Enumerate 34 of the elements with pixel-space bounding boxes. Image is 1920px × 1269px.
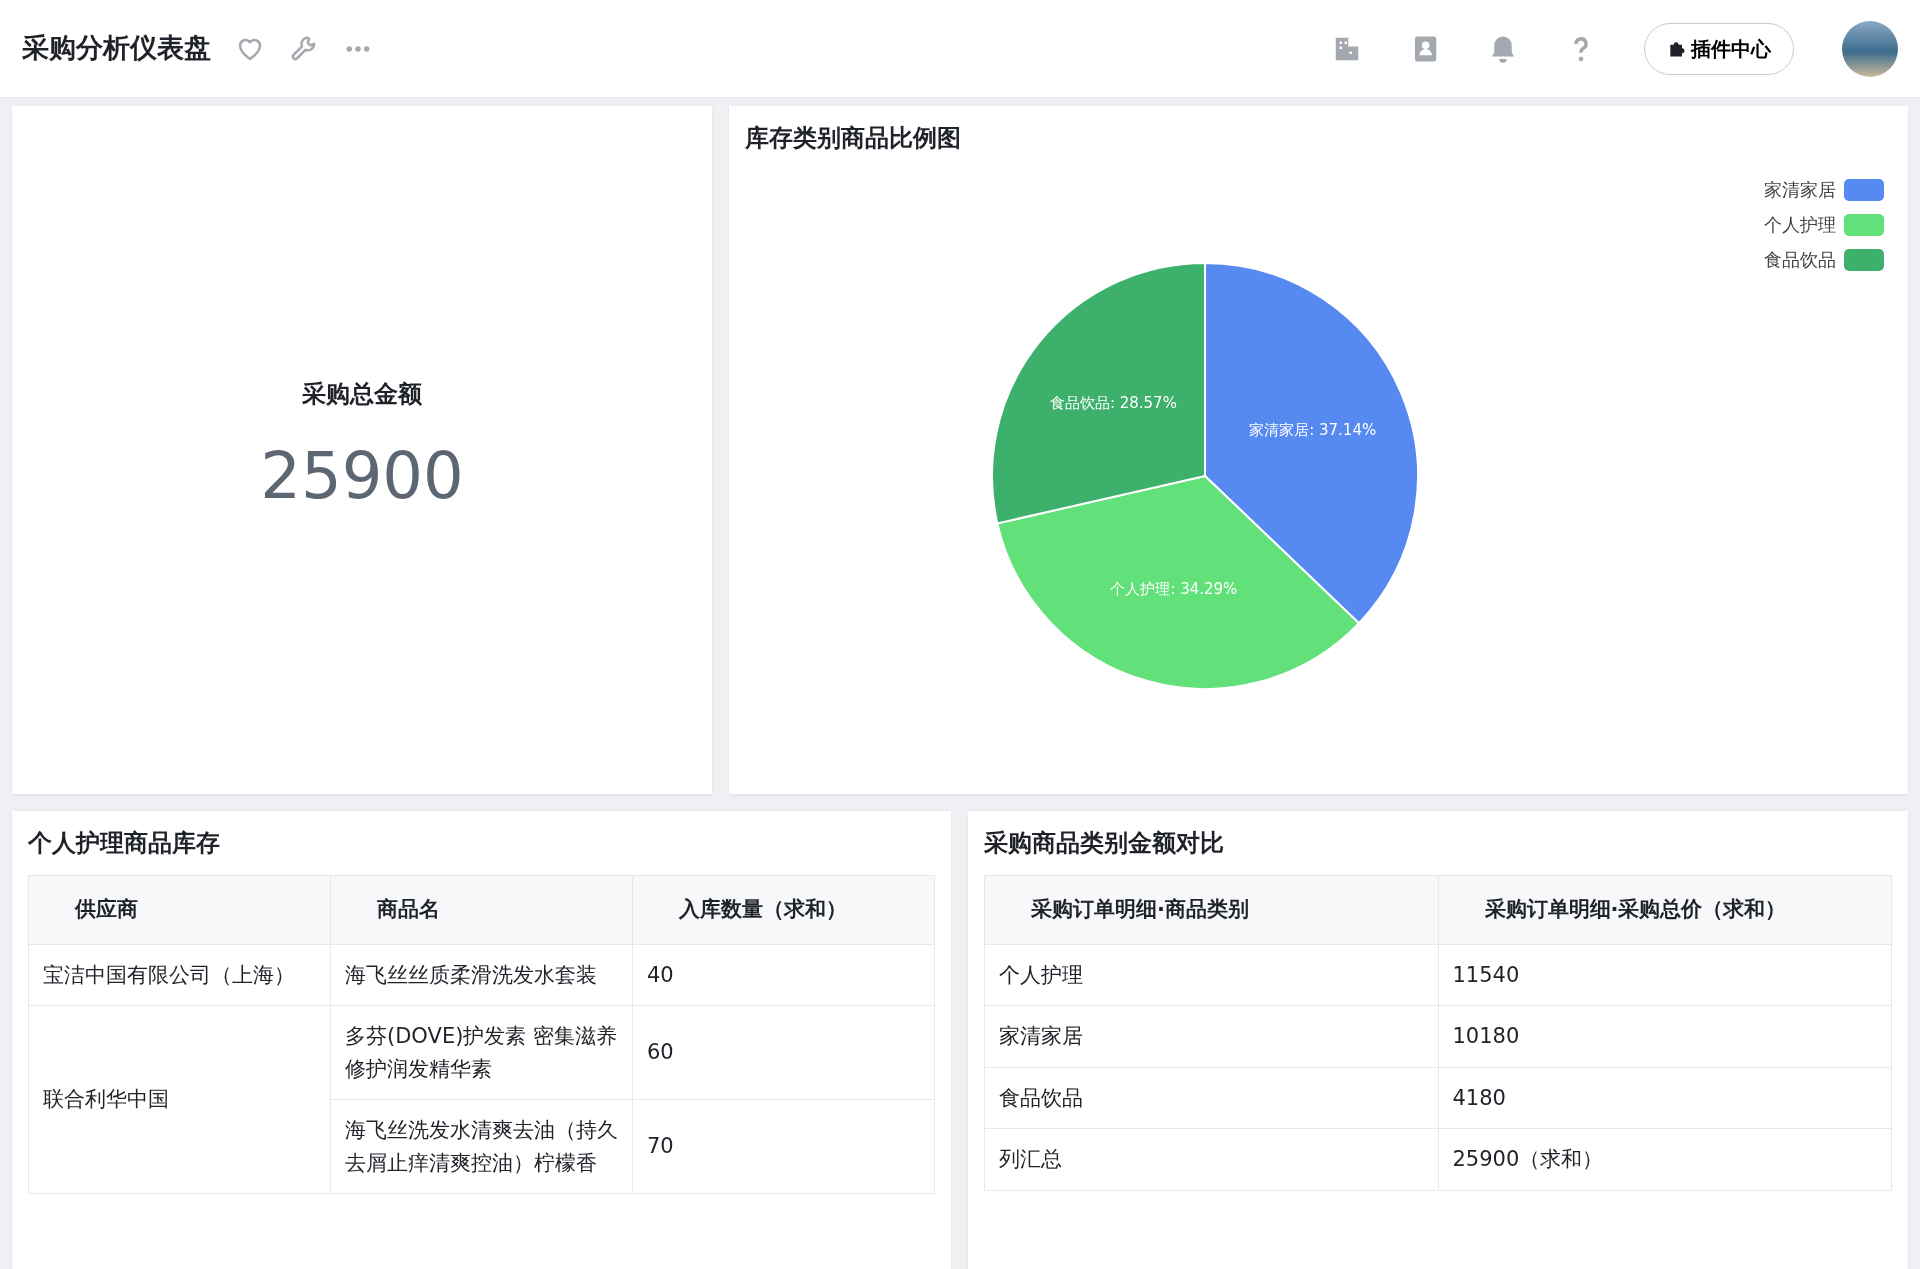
table-cell: 多芬(DOVE)护发素 密集滋养修护润发精华素 — [330, 1005, 633, 1100]
card-title: 采购商品类别金额对比 — [983, 828, 1225, 859]
table-cell: 11540 — [1438, 944, 1892, 1006]
table-cell: 4180 — [1438, 1067, 1892, 1129]
column-header: 供应商 — [28, 875, 331, 944]
table-cell: 10180 — [1438, 1005, 1892, 1068]
table-cell: 70 — [632, 1099, 935, 1194]
table-cell: 个人护理 — [984, 944, 1438, 1006]
column-header: 采购订单明细·商品类别 — [984, 875, 1438, 944]
table-cell: 联合利华中国 — [28, 1005, 331, 1194]
kpi-value: 25900 — [260, 438, 464, 515]
dashboard-title: 采购分析仪表盘 — [22, 31, 211, 66]
column-header: 采购订单明细·采购总价（求和） — [1438, 875, 1892, 944]
legend-label: 家清家居 — [1764, 178, 1836, 202]
card-title: 库存类别商品比例图 — [744, 123, 962, 154]
column-header: 商品名 — [330, 875, 633, 944]
table-cell: 列汇总 — [984, 1128, 1438, 1191]
legend-label: 食品饮品 — [1764, 248, 1836, 272]
table-cell: 食品饮品 — [984, 1067, 1438, 1129]
table-cell: 40 — [632, 944, 935, 1006]
card-title: 个人护理商品库存 — [26, 828, 221, 859]
table-cell: 60 — [632, 1005, 935, 1100]
table-cell: 25900（求和） — [1438, 1128, 1892, 1191]
slice-label: 食品饮品: 28.57% — [1049, 393, 1177, 412]
legend-label: 个人护理 — [1764, 213, 1836, 237]
column-header: 入库数量（求和） — [632, 875, 935, 944]
slice-label: 家清家居: 37.14% — [1249, 420, 1377, 439]
kpi-label: 采购总金额 — [302, 379, 422, 410]
table-cell: 海飞丝丝质柔滑洗发水套装 — [330, 944, 633, 1006]
plugin-center-button[interactable]: 插件中心 — [1644, 22, 1794, 75]
table-cell: 宝洁中国有限公司（上海） — [28, 944, 331, 1006]
slice-label: 个人护理: 34.29% — [1110, 579, 1238, 598]
table-cell: 家清家居 — [984, 1005, 1438, 1068]
table-cell: 海飞丝洗发水清爽去油（持久去屑止痒清爽控油）柠檬香 — [330, 1099, 633, 1194]
